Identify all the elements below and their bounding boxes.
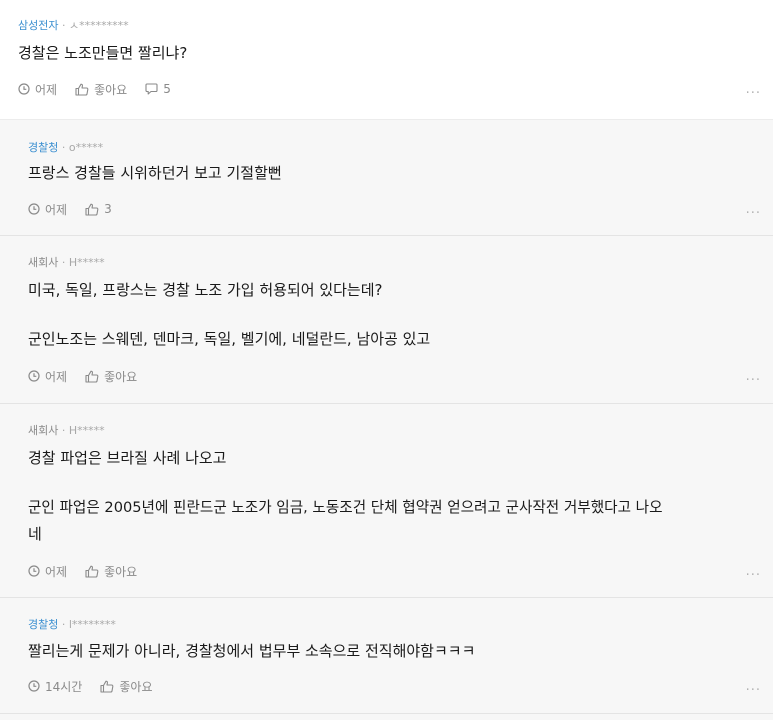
company-name[interactable]: 새회사 bbox=[28, 256, 58, 269]
comment-button[interactable]: 5 bbox=[145, 82, 171, 96]
clock-icon bbox=[28, 680, 40, 692]
meta-separator: · bbox=[61, 424, 66, 437]
clock-icon bbox=[28, 370, 40, 382]
reply-text: 짤리는게 문제가 아니라, 경찰청에서 법무부 소속으로 전직해야함ㅋㅋㅋ bbox=[28, 642, 476, 660]
post-meta: 삼성전자 · ㅅ********* bbox=[18, 17, 129, 33]
time-item: 어제 bbox=[28, 368, 67, 385]
reply-text: 군인노조는 스웨덴, 덴마크, 독일, 벨기에, 네덜란드, 남아공 있고 bbox=[28, 330, 431, 348]
thumbs-up-icon bbox=[85, 565, 99, 578]
like-label: 좋아요 bbox=[104, 369, 138, 384]
more-options-button[interactable]: ... bbox=[746, 564, 761, 579]
meta-separator: · bbox=[61, 256, 66, 269]
meta-separator: · bbox=[61, 141, 66, 154]
thumbs-up-icon bbox=[100, 680, 114, 693]
reply-meta: 경찰청 · l******** bbox=[28, 616, 116, 632]
reply-text: 군인 파업은 2005년에 핀란드군 노조가 임금, 노동조건 단체 협약권 얻… bbox=[28, 499, 663, 516]
clock-icon bbox=[18, 83, 30, 95]
thumbs-up-icon bbox=[85, 370, 99, 383]
like-button[interactable]: 3 bbox=[85, 202, 112, 216]
like-button[interactable]: 좋아요 bbox=[85, 563, 137, 580]
reply-item: 경찰청 · o***** 프랑스 경찰들 시위하던거 보고 기절할뻔 어제 3 … bbox=[0, 120, 773, 236]
like-button[interactable]: 좋아요 bbox=[100, 678, 152, 695]
meta-separator: · bbox=[61, 19, 66, 32]
clock-icon bbox=[28, 565, 40, 577]
reply-actions: 어제 좋아요 bbox=[28, 368, 155, 384]
reply-time: 14시간 bbox=[45, 679, 83, 694]
clock-icon bbox=[28, 203, 40, 215]
reply-actions: 어제 3 bbox=[28, 201, 130, 217]
reply-item: 경찰청 · l******** 짤리는게 문제가 아니라, 경찰청에서 법무부 … bbox=[0, 598, 773, 714]
like-count: 3 bbox=[104, 202, 112, 216]
user-id: o***** bbox=[68, 141, 104, 154]
more-options-button[interactable]: ... bbox=[746, 679, 761, 694]
post-actions: 어제 좋아요 5 bbox=[18, 81, 189, 97]
user-id: l******** bbox=[68, 618, 116, 631]
reply-meta: 새회사 · H***** bbox=[28, 422, 105, 438]
company-name[interactable]: 새회사 bbox=[28, 424, 58, 437]
reply-item: 새회사 · H***** 경찰 파업은 브라질 사례 나오고 군인 파업은 20… bbox=[0, 404, 773, 598]
reply-meta: 경찰청 · o***** bbox=[28, 139, 103, 155]
like-label: 좋아요 bbox=[104, 564, 138, 579]
reply-text: 네 bbox=[28, 525, 42, 543]
user-id: ㅅ********* bbox=[68, 19, 129, 32]
reply-list: 경찰청 · o***** 프랑스 경찰들 시위하던거 보고 기절할뻔 어제 3 … bbox=[0, 120, 773, 720]
reply-actions: 14시간 좋아요 bbox=[28, 678, 170, 694]
comment-icon bbox=[145, 83, 158, 95]
company-name[interactable]: 삼성전자 bbox=[18, 19, 58, 32]
user-id: H***** bbox=[68, 256, 105, 269]
like-button[interactable]: 좋아요 bbox=[85, 368, 137, 385]
reply-text: 미국, 독일, 프랑스는 경찰 노조 가입 허용되어 있다는데? bbox=[28, 281, 383, 299]
reply-time: 어제 bbox=[45, 369, 68, 384]
thumbs-up-icon bbox=[85, 203, 99, 216]
reply-time: 어제 bbox=[45, 202, 68, 217]
post-text: 경찰은 노조만들면 짤리냐? bbox=[18, 44, 188, 62]
more-options-button[interactable]: ... bbox=[746, 82, 761, 97]
reply-item: 새회사 · H***** 미국, 독일, 프랑스는 경찰 노조 가입 허용되어 … bbox=[0, 236, 773, 404]
more-options-button[interactable]: ... bbox=[746, 369, 761, 384]
user-id: H***** bbox=[68, 424, 105, 437]
time-item: 어제 bbox=[18, 81, 57, 98]
comment-count: 5 bbox=[163, 82, 171, 96]
reply-meta: 새회사 · H***** bbox=[28, 254, 105, 270]
company-name[interactable]: 경찰청 bbox=[28, 141, 58, 154]
post: 삼성전자 · ㅅ********* 경찰은 노조만들면 짤리냐? 어제 좋아요 … bbox=[0, 0, 773, 120]
like-button[interactable]: 좋아요 bbox=[75, 81, 127, 98]
reply-actions: 어제 좋아요 bbox=[28, 563, 155, 579]
time-item: 어제 bbox=[28, 563, 67, 580]
meta-separator: · bbox=[61, 618, 66, 631]
time-item: 14시간 bbox=[28, 678, 82, 695]
reply-text: 경찰 파업은 브라질 사례 나오고 bbox=[28, 449, 227, 467]
company-name[interactable]: 경찰청 bbox=[28, 618, 58, 631]
like-label: 좋아요 bbox=[119, 679, 153, 694]
thumbs-up-icon bbox=[75, 83, 89, 96]
more-options-button[interactable]: ... bbox=[746, 202, 761, 217]
reply-time: 어제 bbox=[45, 564, 68, 579]
like-label: 좋아요 bbox=[94, 82, 128, 97]
post-time: 어제 bbox=[35, 82, 58, 97]
time-item: 어제 bbox=[28, 201, 67, 218]
reply-text: 프랑스 경찰들 시위하던거 보고 기절할뻔 bbox=[28, 164, 282, 182]
